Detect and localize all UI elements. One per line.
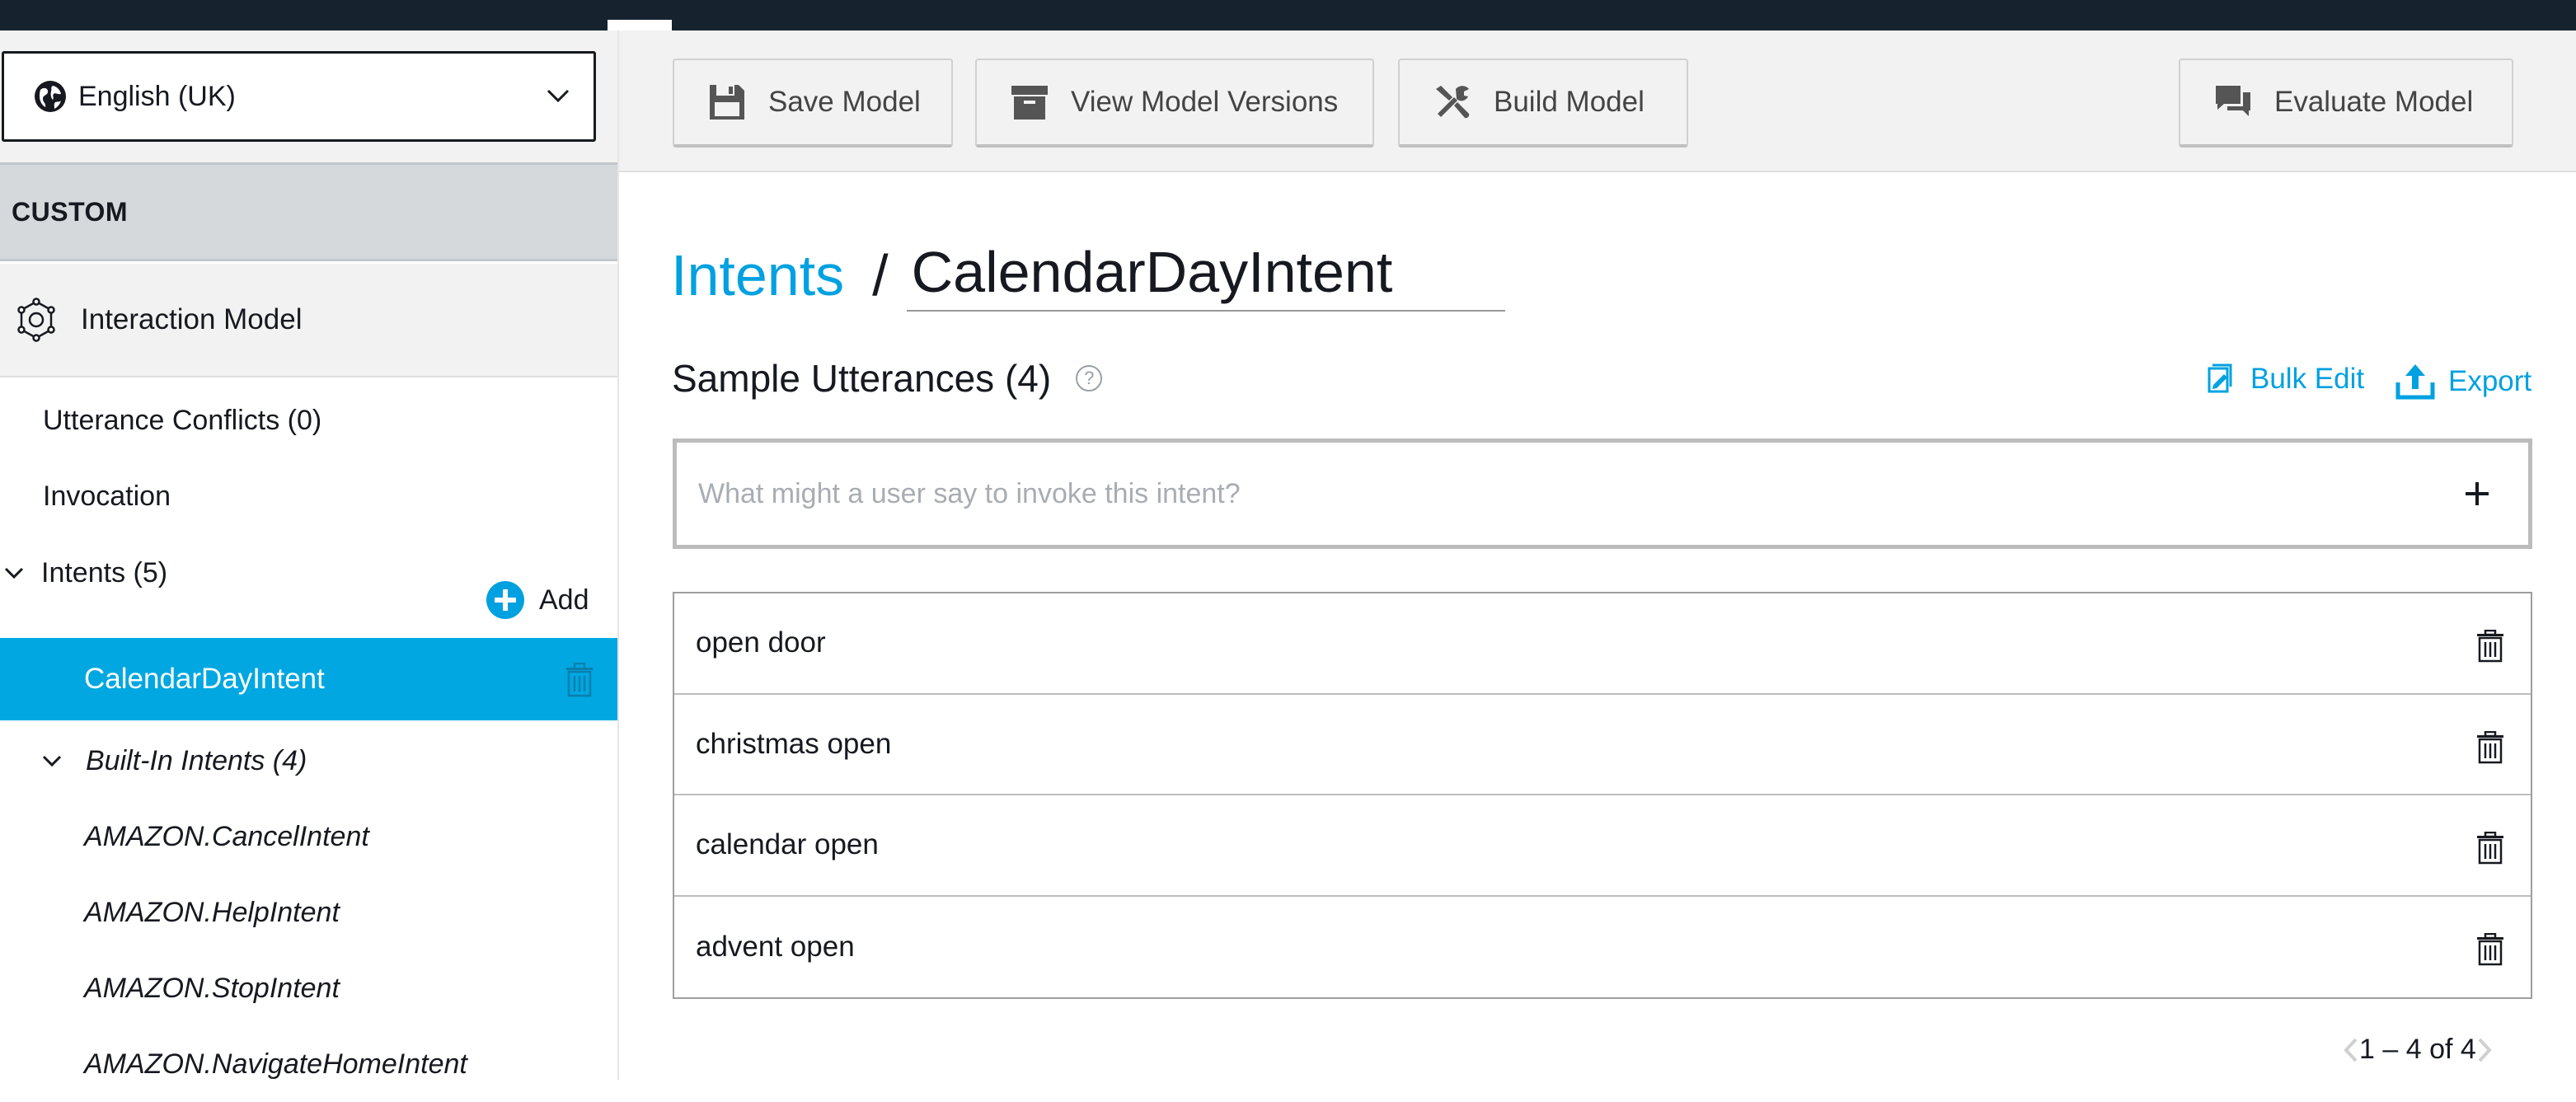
breadcrumb-intents-link[interactable]: Intents — [671, 242, 844, 308]
utterance-text[interactable]: calendar open — [696, 828, 879, 861]
sidebar-item-label: CalendarDayIntent — [84, 663, 325, 695]
locale-label: English (UK) — [78, 80, 236, 112]
sidebar-item-label: Invocation — [43, 480, 171, 512]
sample-utterances-header: Sample Utterances (4) ? — [672, 356, 1103, 401]
sidebar-item-invocation[interactable]: Invocation — [0, 461, 617, 532]
chevron-down-icon[interactable] — [3, 565, 25, 581]
intent-name-field[interactable]: CalendarDayIntent — [906, 239, 1505, 312]
sidebar-item-builtin-intent[interactable]: AMAZON.StopIntent — [0, 950, 617, 1026]
trash-icon[interactable] — [2476, 832, 2504, 865]
active-top-tab-indicator — [608, 20, 672, 30]
bulk-edit-button[interactable]: Bulk Edit — [2204, 363, 2364, 396]
save-icon — [710, 85, 744, 120]
export-button[interactable]: Export — [2395, 363, 2531, 401]
utterance-row[interactable]: advent open — [674, 897, 2531, 998]
archive-box-icon — [1011, 86, 1048, 120]
top-bar — [0, 0, 2576, 30]
chevron-left-icon[interactable] — [2341, 1036, 2359, 1064]
sidebar-item-label: Utterance Conflicts (0) — [43, 404, 322, 436]
interaction-model-icon — [17, 298, 55, 342]
breadcrumb-separator: / — [872, 243, 889, 307]
toolbar: Save Model View Model Versions Build Mod… — [619, 30, 2576, 172]
trash-icon[interactable] — [2476, 932, 2504, 966]
sidebar-item-label: Interaction Model — [81, 303, 303, 335]
evaluate-model-label: Evaluate Model — [2274, 86, 2474, 118]
utterance-text[interactable]: advent open — [696, 931, 855, 964]
chevron-down-icon — [547, 89, 570, 103]
sidebar-item-builtin-intent[interactable]: AMAZON.CancelIntent — [0, 799, 617, 875]
locale-area: English (UK) — [0, 30, 617, 162]
utterance-text[interactable]: christmas open — [696, 728, 891, 761]
view-model-versions-button[interactable]: View Model Versions — [975, 59, 1374, 148]
sidebar-item-label: Built-In Intents (4) — [86, 744, 307, 776]
chat-bubbles-icon — [2216, 86, 2250, 116]
sidebar-item-interaction-model[interactable]: Interaction Model — [0, 264, 617, 377]
add-intent-button[interactable]: Add — [486, 581, 589, 619]
save-model-button[interactable]: Save Model — [673, 59, 953, 148]
sidebar-item-builtin-intent[interactable]: AMAZON.HelpIntent — [0, 875, 617, 950]
pagination-text: 1 – 4 of 4 — [2359, 1034, 2476, 1065]
sidebar-item-calendardayintent[interactable]: CalendarDayIntent — [0, 638, 617, 720]
build-model-button[interactable]: Build Model — [1398, 59, 1688, 148]
utterance-list: open door christmas open calendar open a… — [673, 592, 2532, 999]
chevron-right-icon[interactable] — [2476, 1036, 2494, 1064]
sidebar-item-builtin-intent[interactable]: AMAZON.NavigateHomeIntent — [0, 1026, 617, 1102]
utterance-input[interactable] — [677, 443, 2408, 545]
globe-icon — [35, 81, 66, 112]
save-model-label: Save Model — [768, 86, 921, 118]
utterance-row[interactable]: open door — [674, 593, 2531, 695]
view-model-versions-label: View Model Versions — [1071, 86, 1339, 118]
help-icon[interactable]: ? — [1076, 365, 1103, 392]
trash-icon[interactable] — [2476, 730, 2504, 764]
locale-select[interactable]: English (UK) — [2, 51, 596, 142]
pagination: 1 – 4 of 4 — [2341, 1034, 2494, 1066]
utterance-row[interactable]: calendar open — [674, 795, 2531, 897]
breadcrumb: Intents / CalendarDayIntent — [671, 239, 1505, 312]
upload-icon — [2395, 364, 2435, 400]
plus-icon[interactable] — [2459, 476, 2495, 512]
bulk-edit-icon — [2208, 363, 2232, 393]
sidebar: English (UK) CUSTOM Interaction Model Ut… — [0, 30, 619, 1080]
sample-utterances-title: Sample Utterances (4) — [672, 357, 1052, 400]
chevron-down-icon[interactable] — [41, 753, 63, 769]
trash-icon[interactable] — [565, 663, 594, 697]
evaluate-model-button[interactable]: Evaluate Model — [2179, 59, 2513, 148]
utterance-text[interactable]: open door — [696, 626, 826, 659]
section-custom-header: CUSTOM — [0, 162, 617, 261]
sidebar-item-label: Intents (5) — [41, 556, 168, 589]
sidebar-item-builtin-intents[interactable]: Built-In Intents (4) — [0, 723, 617, 799]
trash-icon[interactable] — [2476, 630, 2504, 663]
bulk-edit-label: Bulk Edit — [2250, 363, 2365, 395]
utterance-row[interactable]: christmas open — [674, 695, 2531, 795]
tools-icon — [1436, 86, 1470, 119]
export-label: Export — [2448, 365, 2532, 397]
utterance-input-box — [673, 438, 2532, 549]
build-model-label: Build Model — [1494, 86, 1645, 118]
sidebar-item-utterance-conflicts[interactable]: Utterance Conflicts (0) — [0, 385, 617, 456]
add-circle-icon — [486, 581, 524, 619]
add-intent-label: Add — [539, 584, 589, 616]
